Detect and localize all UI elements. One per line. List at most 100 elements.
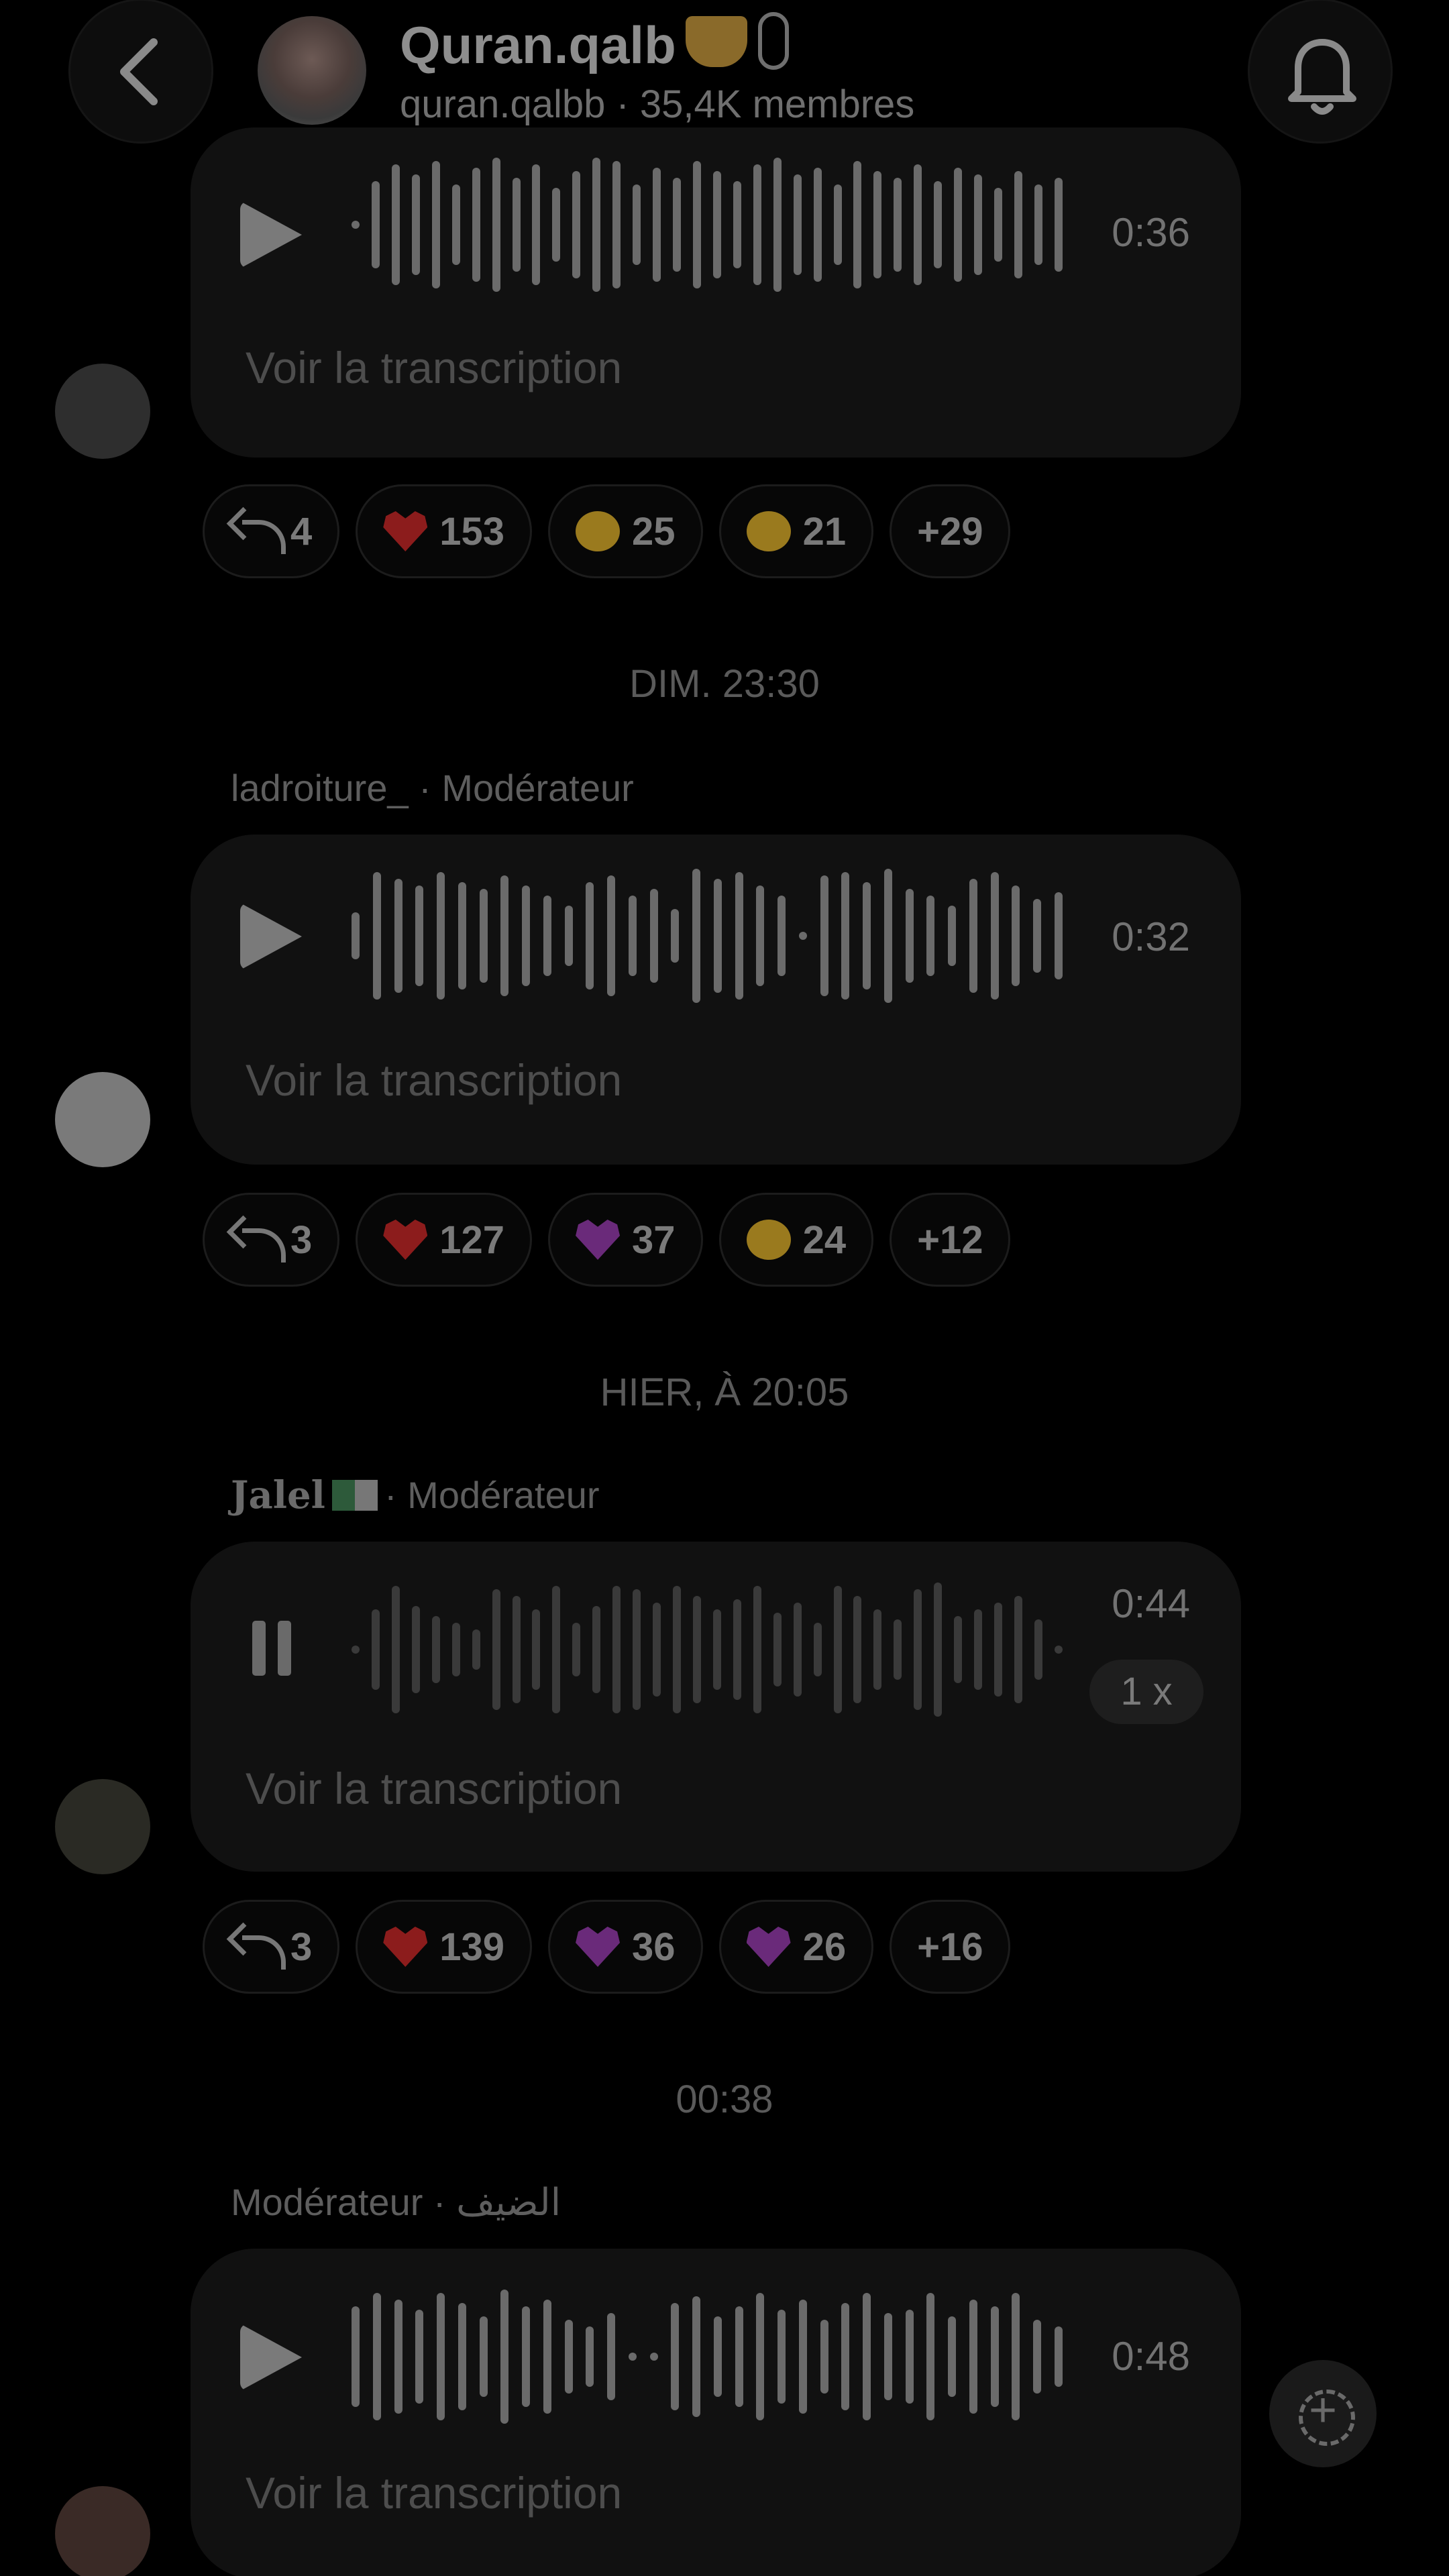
reaction-chip[interactable]: 24 <box>718 1193 874 1287</box>
waveform-bar <box>431 161 440 288</box>
waveform-bar <box>735 2306 743 2407</box>
date-divider: HIER, À 20:05 <box>600 1371 849 1414</box>
waveform-bar <box>853 161 862 288</box>
replies-chip[interactable]: 3 <box>203 1193 340 1287</box>
waveform-bar <box>1054 178 1063 272</box>
waveform-bar <box>820 875 828 996</box>
voice-message[interactable]: 0:36 Voir la transcription <box>191 127 1241 458</box>
waveform-bar <box>863 882 871 989</box>
honey-pot-emoji-icon <box>685 16 747 67</box>
waveform-bar <box>894 178 902 272</box>
duration-label: 0:32 <box>1112 914 1190 959</box>
sender-label: Modérateur · الضيف <box>231 2181 561 2223</box>
voice-message[interactable]: 0:44 1 x Voir la transcription <box>191 1542 1241 1872</box>
waveform-bar <box>552 188 561 262</box>
waveform-bar <box>813 168 822 282</box>
sender-avatar[interactable] <box>55 1072 150 1167</box>
view-transcript-link[interactable]: Voir la transcription <box>246 1055 622 1106</box>
waveform-bar <box>607 875 615 996</box>
sender-avatar[interactable] <box>55 364 150 459</box>
voice-message[interactable]: 0:48 Voir la transcription <box>191 2249 1241 2576</box>
date-divider: 00:38 <box>676 2078 773 2121</box>
waveform-bar <box>833 184 842 265</box>
waveform-bar <box>990 2306 999 2407</box>
duration-label: 0:44 <box>1112 1581 1190 1626</box>
red-heart-icon <box>383 1220 428 1260</box>
red-heart-icon <box>383 1927 428 1967</box>
audio-waveform[interactable] <box>352 1579 1063 1720</box>
more-reactions-chip[interactable]: +16 <box>890 1900 1011 1994</box>
play-button[interactable] <box>240 201 302 268</box>
waveform-bar <box>612 161 621 288</box>
chevron-left-icon <box>120 38 158 105</box>
waveform-bar <box>415 885 424 986</box>
reaction-chip[interactable]: 25 <box>548 484 703 578</box>
waveform-bar <box>572 1623 581 1676</box>
waveform-bar <box>692 161 701 288</box>
sender-avatar[interactable] <box>55 1779 150 1874</box>
waveform-bar <box>472 168 480 282</box>
reaction-chip[interactable]: 127 <box>356 1193 533 1287</box>
waveform-bar <box>649 2353 658 2361</box>
more-reactions-chip[interactable]: +12 <box>890 1193 1011 1287</box>
waveform-bar <box>820 2320 828 2394</box>
replies-chip[interactable]: 3 <box>203 1900 340 1994</box>
add-reply-button[interactable] <box>1269 2360 1377 2467</box>
reaction-chip[interactable]: 139 <box>356 1900 533 1994</box>
waveform-bar <box>914 164 922 285</box>
view-transcript-link[interactable]: Voir la transcription <box>246 342 622 393</box>
play-button[interactable] <box>240 2324 302 2391</box>
waveform-bar <box>586 2326 594 2387</box>
purple-heart-icon <box>576 1220 621 1260</box>
audio-waveform[interactable] <box>352 2286 1063 2427</box>
waveform-bar <box>926 2293 935 2420</box>
waveform-bar <box>773 158 782 292</box>
waveform-bar <box>969 2300 977 2414</box>
waveform-bar <box>990 872 999 1000</box>
waveform-bar <box>777 2310 786 2404</box>
reply-icon <box>230 1927 286 1970</box>
waveform-bar <box>712 1609 721 1690</box>
playback-speed-button[interactable]: 1 x <box>1089 1660 1203 1724</box>
waveform-bar <box>415 2310 424 2404</box>
reaction-chip[interactable]: 21 <box>718 484 874 578</box>
pause-button[interactable] <box>252 1621 291 1676</box>
notifications-button[interactable] <box>1248 0 1393 144</box>
play-button[interactable] <box>240 903 302 970</box>
view-transcript-link[interactable]: Voir la transcription <box>246 1763 622 1814</box>
reaction-chip[interactable]: 26 <box>718 1900 874 1994</box>
waveform-bar <box>713 879 722 993</box>
waveform-bar <box>948 2316 956 2397</box>
sender-avatar[interactable] <box>55 2486 150 2576</box>
waveform-bar <box>394 879 402 993</box>
waveform-bar <box>633 1589 641 1710</box>
waveform-bar <box>1054 892 1063 979</box>
waveform-bar <box>492 1589 500 1710</box>
channel-avatar[interactable] <box>258 16 366 125</box>
back-button[interactable] <box>68 0 213 144</box>
purple-heart-icon <box>576 1927 621 1967</box>
voice-message[interactable]: 0:32 Voir la transcription <box>191 835 1241 1165</box>
waveform-bar <box>833 1586 842 1713</box>
reaction-chip[interactable]: 37 <box>548 1193 703 1287</box>
reaction-chip[interactable]: 153 <box>356 484 533 578</box>
audio-waveform[interactable] <box>352 865 1063 1006</box>
waveform-bar <box>948 906 956 966</box>
more-reactions-chip[interactable]: +29 <box>890 484 1011 578</box>
waveform-bar <box>592 158 601 292</box>
reaction-chip[interactable]: 36 <box>548 1900 703 1994</box>
waveform-bar <box>607 2313 615 2400</box>
waveform-bar <box>500 2290 509 2424</box>
waveform-bar <box>753 164 761 285</box>
waveform-bar <box>479 889 488 983</box>
audio-waveform[interactable] <box>352 154 1063 295</box>
view-transcript-link[interactable]: Voir la transcription <box>246 2467 622 2518</box>
waveform-bar <box>458 2303 466 2410</box>
waveform-bar <box>451 1623 460 1676</box>
waveform-bar <box>628 896 637 976</box>
replies-chip[interactable]: 4 <box>203 484 340 578</box>
waveform-bar <box>673 178 681 272</box>
channel-title[interactable]: Quran.qalb <box>400 12 789 76</box>
waveform-bar <box>692 2296 700 2417</box>
waveform-bar <box>572 171 581 278</box>
